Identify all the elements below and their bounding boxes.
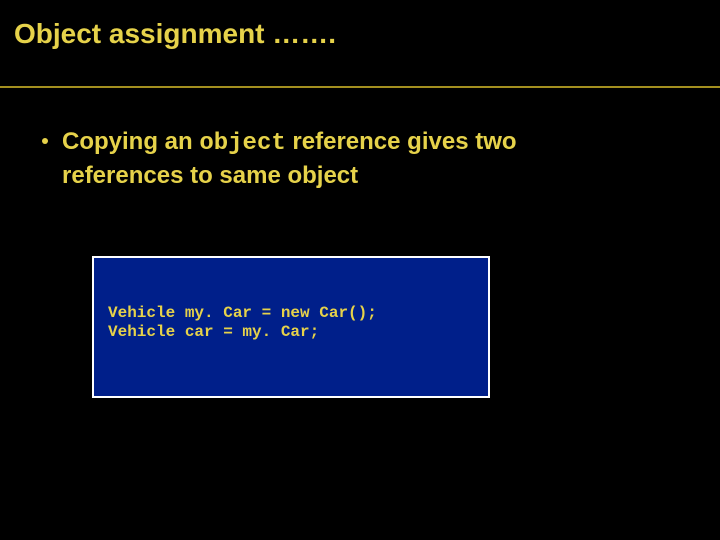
bullet-list: Copying an object reference gives two re… [40,126,690,193]
code-line-1: Vehicle my. Car = new Car(); [108,304,377,322]
bullet-code-word: object [199,130,285,157]
title-divider [0,86,720,88]
slide-title: Object assignment ……. [0,0,720,50]
bullet-item: Copying an object reference gives two [40,126,690,160]
code-line-2: Vehicle car = my. Car; [108,323,319,341]
bullet-text-part2: reference gives two [286,128,517,155]
bullet-text-line2: references to same object [40,160,690,192]
bullet-text-part1: Copying an [62,128,199,155]
code-box: Vehicle my. Car = new Car(); Vehicle car… [92,256,490,398]
bullet-dot-icon [42,138,48,144]
slide: Object assignment ……. Copying an object … [0,0,720,540]
code-content: Vehicle my. Car = new Car(); Vehicle car… [108,304,474,342]
